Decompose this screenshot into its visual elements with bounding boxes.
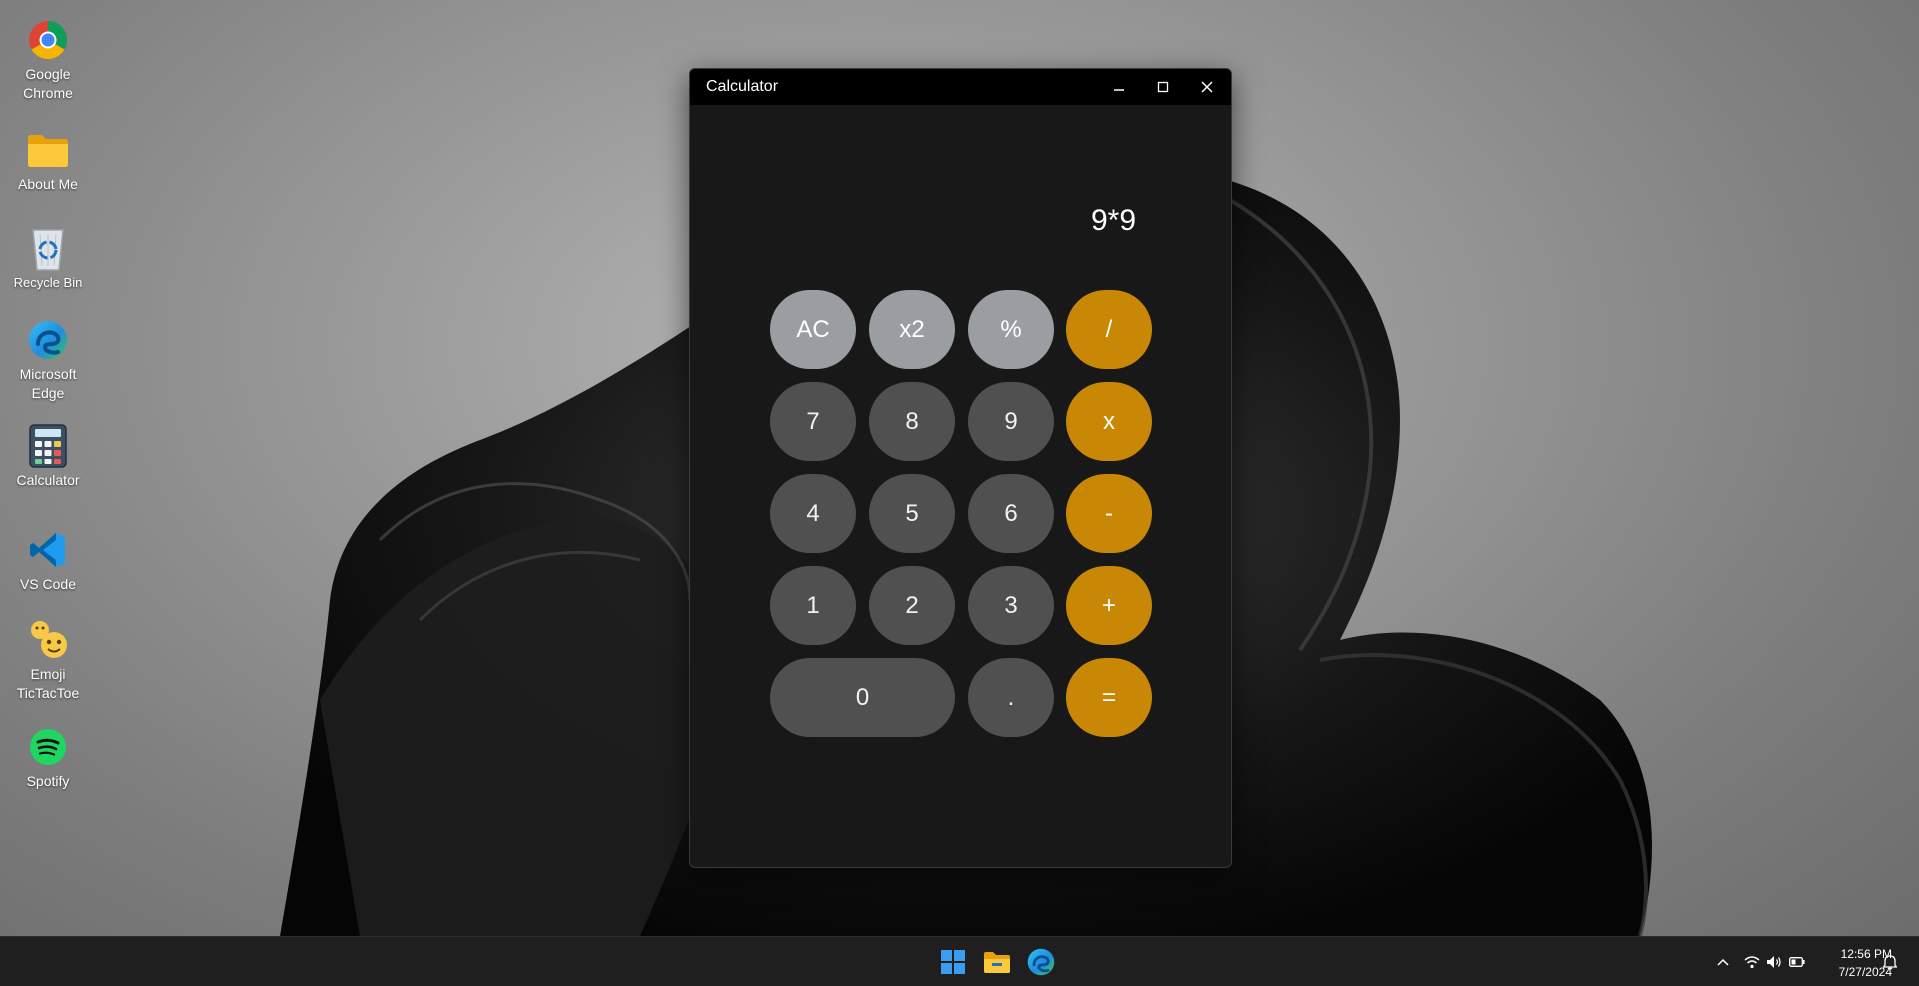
desktop-icon-label: Google Chrome xyxy=(23,66,73,101)
calculator-icon xyxy=(26,424,70,468)
desktop-icon-about-me[interactable]: About Me xyxy=(6,128,90,194)
digit-4-button[interactable]: 4 xyxy=(770,474,856,553)
clock-date: 7/27/2024 xyxy=(1838,965,1892,979)
calculator-display: 9*9 xyxy=(1090,204,1136,237)
maximize-icon xyxy=(1157,81,1169,93)
notification-button[interactable] xyxy=(1881,953,1899,971)
desktop-icon-recycle-bin[interactable]: Recycle Bin xyxy=(6,226,90,292)
close-icon xyxy=(1201,81,1213,93)
decimal-button[interactable]: . xyxy=(968,658,1054,737)
desktop-icon-label: VS Code xyxy=(19,576,77,592)
desktop-icon-calculator[interactable]: Calculator xyxy=(6,424,90,490)
subtract-button[interactable]: - xyxy=(1066,474,1152,553)
digit-1-button[interactable]: 1 xyxy=(770,566,856,645)
folder-icon xyxy=(26,128,70,172)
windows-start-icon xyxy=(941,950,965,974)
desktop-icon-emoji-tictactoe[interactable]: Emoji TicTacToe xyxy=(6,618,90,703)
minimize-button[interactable] xyxy=(1097,69,1141,105)
tray-volume[interactable] xyxy=(1765,953,1783,971)
desktop-icon-label: Recycle Bin xyxy=(13,275,83,290)
tray-battery[interactable] xyxy=(1788,953,1806,971)
taskbar-file-explorer[interactable] xyxy=(981,946,1013,978)
multiply-button[interactable]: x xyxy=(1066,382,1152,461)
clock-time: 12:56 PM xyxy=(1840,947,1892,961)
edge-icon xyxy=(1027,948,1055,976)
desktop-icon-microsoft-edge[interactable]: Microsoft Edge xyxy=(6,318,90,403)
notification-bell-icon xyxy=(1883,955,1897,970)
emoji-icon xyxy=(26,618,70,662)
chrome-icon xyxy=(26,18,70,62)
divide-button[interactable]: / xyxy=(1066,290,1152,369)
digit-8-button[interactable]: 8 xyxy=(869,382,955,461)
taskbar-edge[interactable] xyxy=(1025,946,1057,978)
equals-button[interactable]: = xyxy=(1066,658,1152,737)
digit-2-button[interactable]: 2 xyxy=(869,566,955,645)
digit-3-button[interactable]: 3 xyxy=(968,566,1054,645)
digit-5-button[interactable]: 5 xyxy=(869,474,955,553)
recycle-bin-icon xyxy=(26,226,70,271)
digit-9-button[interactable]: 9 xyxy=(968,382,1054,461)
desktop-icon-vs-code[interactable]: VS Code xyxy=(6,528,90,594)
close-button[interactable] xyxy=(1185,69,1229,105)
vscode-icon xyxy=(26,528,70,572)
digit-0-button[interactable]: 0 xyxy=(770,658,955,737)
desktop-icon-label: Emoji TicTacToe xyxy=(16,666,80,701)
window-title: Calculator xyxy=(706,78,779,95)
calculator-window: Calculator 9*9 AC x2 % / 7 8 9 x 4 5 6 -… xyxy=(689,68,1232,868)
spotify-icon xyxy=(26,725,70,769)
tray-overflow-button[interactable] xyxy=(1714,953,1732,971)
taskbar-clock[interactable]: 12:56 PM 7/27/2024 xyxy=(1812,945,1892,981)
window-titlebar[interactable]: Calculator xyxy=(690,69,1231,105)
desktop-icon-label: Microsoft Edge xyxy=(19,366,77,401)
ac-button[interactable]: AC xyxy=(770,290,856,369)
volume-icon xyxy=(1767,956,1781,968)
square-button[interactable]: x2 xyxy=(869,290,955,369)
edge-icon xyxy=(26,318,70,362)
wifi-icon xyxy=(1744,956,1760,969)
desktop-icon-google-chrome[interactable]: Google Chrome xyxy=(6,18,90,103)
desktop-icon-label: About Me xyxy=(18,176,78,192)
percent-button[interactable]: % xyxy=(968,290,1054,369)
desktop-icon-label: Calculator xyxy=(16,472,80,488)
start-button[interactable] xyxy=(937,946,969,978)
desktop-icon-label: Spotify xyxy=(26,773,70,789)
chevron-up-icon xyxy=(1717,958,1729,966)
minimize-icon xyxy=(1114,89,1124,91)
desktop-icon-spotify[interactable]: Spotify xyxy=(6,725,90,791)
digit-7-button[interactable]: 7 xyxy=(770,382,856,461)
digit-6-button[interactable]: 6 xyxy=(968,474,1054,553)
tray-wifi[interactable] xyxy=(1743,953,1761,971)
file-explorer-icon xyxy=(984,952,1010,973)
maximize-button[interactable] xyxy=(1141,69,1185,105)
add-button[interactable]: + xyxy=(1066,566,1152,645)
battery-icon xyxy=(1789,957,1805,967)
taskbar: 12:56 PM 7/27/2024 xyxy=(0,936,1919,986)
